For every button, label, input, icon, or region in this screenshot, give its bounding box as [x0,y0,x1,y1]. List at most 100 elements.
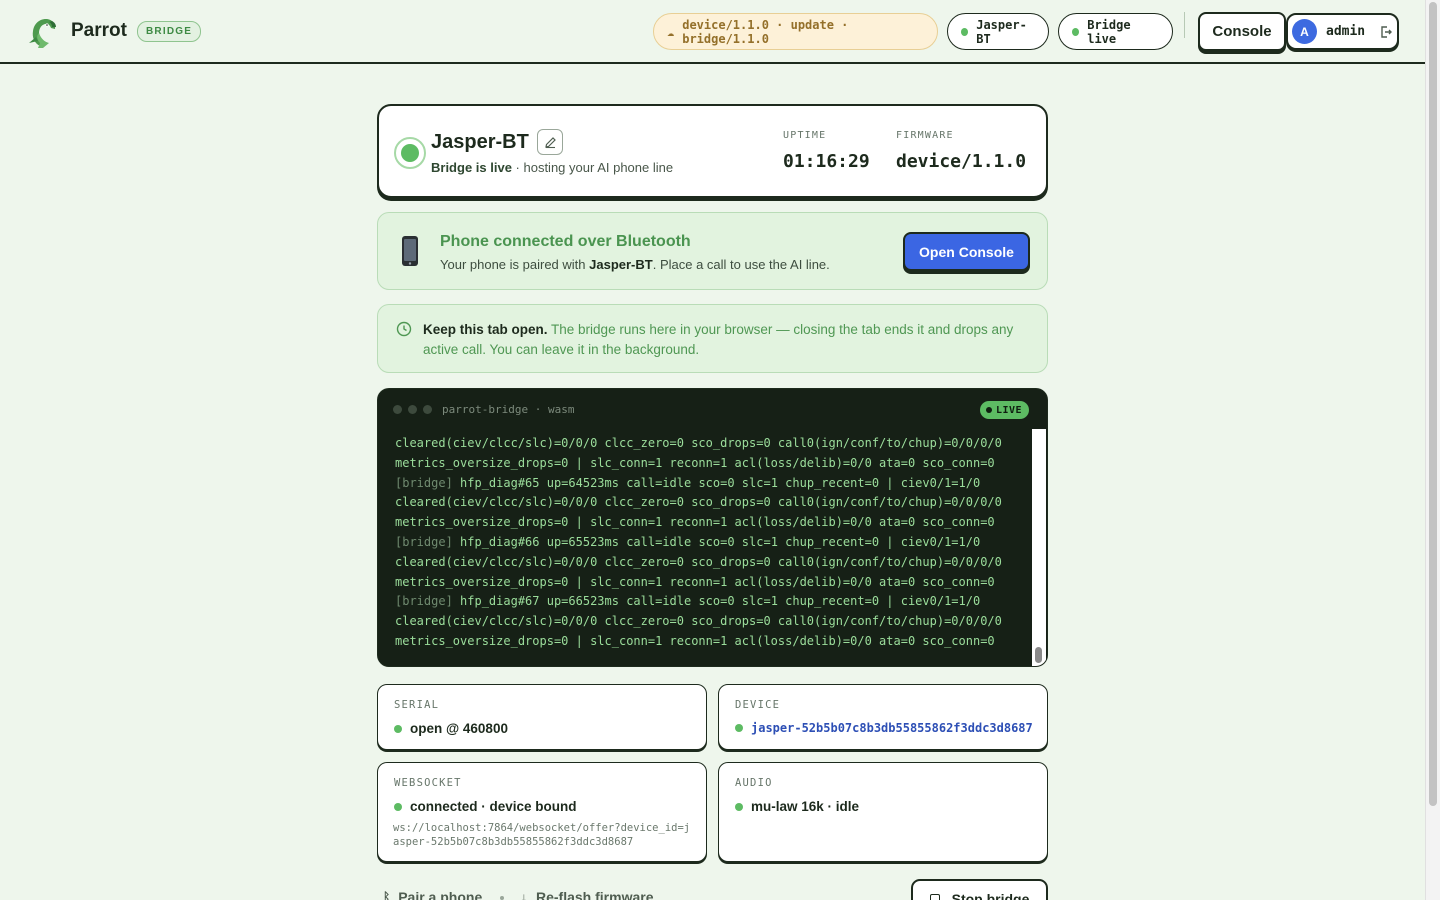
log-line: [bridge] hfp_diag#66 up=65523ms call=idl… [395,533,1025,553]
device-label: DEVICE [735,699,781,711]
log-text: cleared(ciev/clcc/slc)=0/0/0 clcc_zero=0… [395,614,1002,629]
logout-icon[interactable] [1379,25,1393,39]
log-tag: [bridge] [395,594,453,609]
bluetooth-subtitle: Your phone is paired with Jasper-BT. Pla… [440,257,830,272]
log-text: metrics_oversize_drops=0 | slc_conn=1 re… [395,515,995,530]
brand-badge: BRIDGE [137,21,202,42]
serial-value: open @ 460800 [394,721,508,736]
log-line: cleared(ciev/clcc/slc)=0/0/0 clcc_zero=0… [395,434,1025,454]
phone-icon [402,236,418,266]
websocket-url: ws://localhost:7864/websocket/offer?devi… [393,822,691,848]
websocket-value: connected · device bound [394,799,577,814]
terminal-scrollbar-thumb[interactable] [1035,647,1042,663]
firmware-value: device/1.1.0 [896,151,1027,172]
stop-icon [929,894,940,900]
websocket-value-text: connected · device bound [410,799,577,814]
bridge-status-card: Jasper-BT Bridge is live · hosting your … [377,104,1048,198]
bluetooth-title: Phone connected over Bluetooth [440,233,691,250]
log-line: cleared(ciev/clcc/slc)=0/0/0 clcc_zero=0… [395,553,1025,573]
reflash-label: Re-flash firmware [536,889,654,900]
audio-label: AUDIO [735,777,773,789]
pair-phone-link[interactable]: ᛒ Pair a phone [383,889,482,900]
reflash-firmware-link[interactable]: ↓ Re-flash firmware [521,889,653,900]
footer-separator [500,896,504,900]
log-line: [bridge] hfp_diag#67 up=66523ms call=idl… [395,592,1025,612]
console-button[interactable]: Console [1198,12,1286,51]
log-line: cleared(ciev/clcc/slc)=0/0/0 clcc_zero=0… [395,493,1025,513]
log-text: metrics_oversize_drops=0 | slc_conn=1 re… [395,574,995,589]
log-text: cleared(ciev/clcc/slc)=0/0/0 clcc_zero=0… [395,554,1002,569]
live-badge-label: LIVE [996,404,1023,416]
log-line: [bridge] hfp_diag#65 up=64523ms call=idl… [395,474,1025,494]
log-text: metrics_oversize_drops=0 | slc_conn=1 re… [395,633,995,648]
stop-bridge-button[interactable]: Stop bridge [911,879,1048,900]
audio-status-dot [735,802,743,811]
log-line: cleared(ciev/clcc/slc)=0/0/0 clcc_zero=0… [395,612,1025,632]
user-name: admin [1326,24,1366,39]
edit-name-button[interactable] [537,129,563,155]
log-text: metrics_oversize_drops=0 | slc_conn=1 re… [395,455,995,470]
status-line: Bridge is live · hosting your AI phone l… [431,160,673,175]
bridge-log-terminal: parrot-bridge · wasm LIVE cleared(ciev/c… [377,388,1048,667]
bluetooth-sub-suffix: . Place a call to use the AI line. [652,257,830,272]
live-badge: LIVE [980,401,1030,419]
serial-value-text: open @ 460800 [410,721,508,736]
bluetooth-connected-card: Phone connected over Bluetooth Your phon… [377,212,1048,290]
status-indicator [394,137,426,169]
device-pill-label: Jasper-BT [976,17,1027,46]
terminal-output[interactable]: cleared(ciev/clcc/slc)=0/0/0 clcc_zero=0… [395,434,1025,656]
parrot-logo-icon[interactable] [26,15,60,49]
window-dot-icon [408,405,417,414]
bridge-live-dot [1072,27,1080,36]
log-text: hfp_diag#67 up=66523ms call=idle sco=0 s… [460,594,981,609]
terminal-scrollbar[interactable] [1032,429,1046,666]
audio-card: AUDIO mu-law 16k · idle [718,762,1048,862]
websocket-status-dot [394,802,402,811]
keep-tab-open-notice: Keep this tab open. The bridge runs here… [377,304,1048,373]
status-indicator-dot [401,144,419,162]
live-dot [986,407,992,413]
serial-card: SERIAL open @ 460800 [377,684,707,750]
brand-name: Parrot [71,20,127,41]
page-scrollbar-thumb[interactable] [1429,2,1437,806]
bridge-live-pill[interactable]: Bridge live [1058,13,1173,50]
log-text: cleared(ciev/clcc/slc)=0/0/0 clcc_zero=0… [395,436,1002,450]
uptime-label: UPTIME [783,130,827,141]
bluetooth-sub-prefix: Your phone is paired with [440,257,586,272]
pencil-icon [544,136,556,148]
serial-status-dot [394,724,402,733]
log-line: metrics_oversize_drops=0 | slc_conn=1 re… [395,632,1025,652]
terminal-title: parrot-bridge · wasm [442,403,575,416]
log-line: metrics_oversize_drops=0 | slc_conn=1 re… [395,454,1025,474]
pair-phone-label: Pair a phone [398,889,483,900]
bluetooth-sub-device: Jasper-BT [589,257,653,272]
stop-bridge-label: Stop bridge [951,891,1030,900]
firmware-label: FIRMWARE [896,130,954,141]
log-text: hfp_diag#66 up=65523ms call=idle sco=0 s… [460,534,981,549]
terminal-titlebar: parrot-bridge · wasm LIVE [378,389,1047,429]
clock-icon [396,321,412,337]
websocket-card: WEBSOCKET connected · device bound ws://… [377,762,707,862]
status-rest: · hosting your AI phone line [515,160,674,175]
keep-open-text: Keep this tab open. The bridge runs here… [423,320,1033,360]
user-menu[interactable]: A admin [1286,13,1399,50]
window-dot-icon [393,405,402,414]
download-icon: ↓ [521,890,527,900]
uptime-value: 01:16:29 [783,151,870,172]
status-bold: Bridge is live [431,160,512,175]
open-console-button[interactable]: Open Console [903,232,1030,271]
top-header: Parrot BRIDGE ☁ device/1.1.0 · update · … [0,0,1425,64]
log-text: hfp_diag#65 up=64523ms call=idle sco=0 s… [460,475,981,490]
log-line: metrics_oversize_drops=0 | slc_conn=1 re… [395,573,1025,593]
device-id-link[interactable]: jasper-52b5b07c8b3db55855862f3ddc3d8687 [751,721,1033,735]
device-status-dot [735,724,743,732]
avatar: A [1292,19,1317,44]
websocket-label: WEBSOCKET [394,777,462,789]
serial-label: SERIAL [394,699,440,711]
cloud-icon: ☁ [667,24,675,39]
device-status-pill[interactable]: Jasper-BT [947,13,1049,50]
log-line: metrics_oversize_drops=0 | slc_conn=1 re… [395,513,1025,533]
update-available-pill[interactable]: ☁ device/1.1.0 · update · bridge/1.1.0 [653,13,938,50]
log-tag: [bridge] [395,534,453,549]
bluetooth-icon: ᛒ [383,890,391,900]
